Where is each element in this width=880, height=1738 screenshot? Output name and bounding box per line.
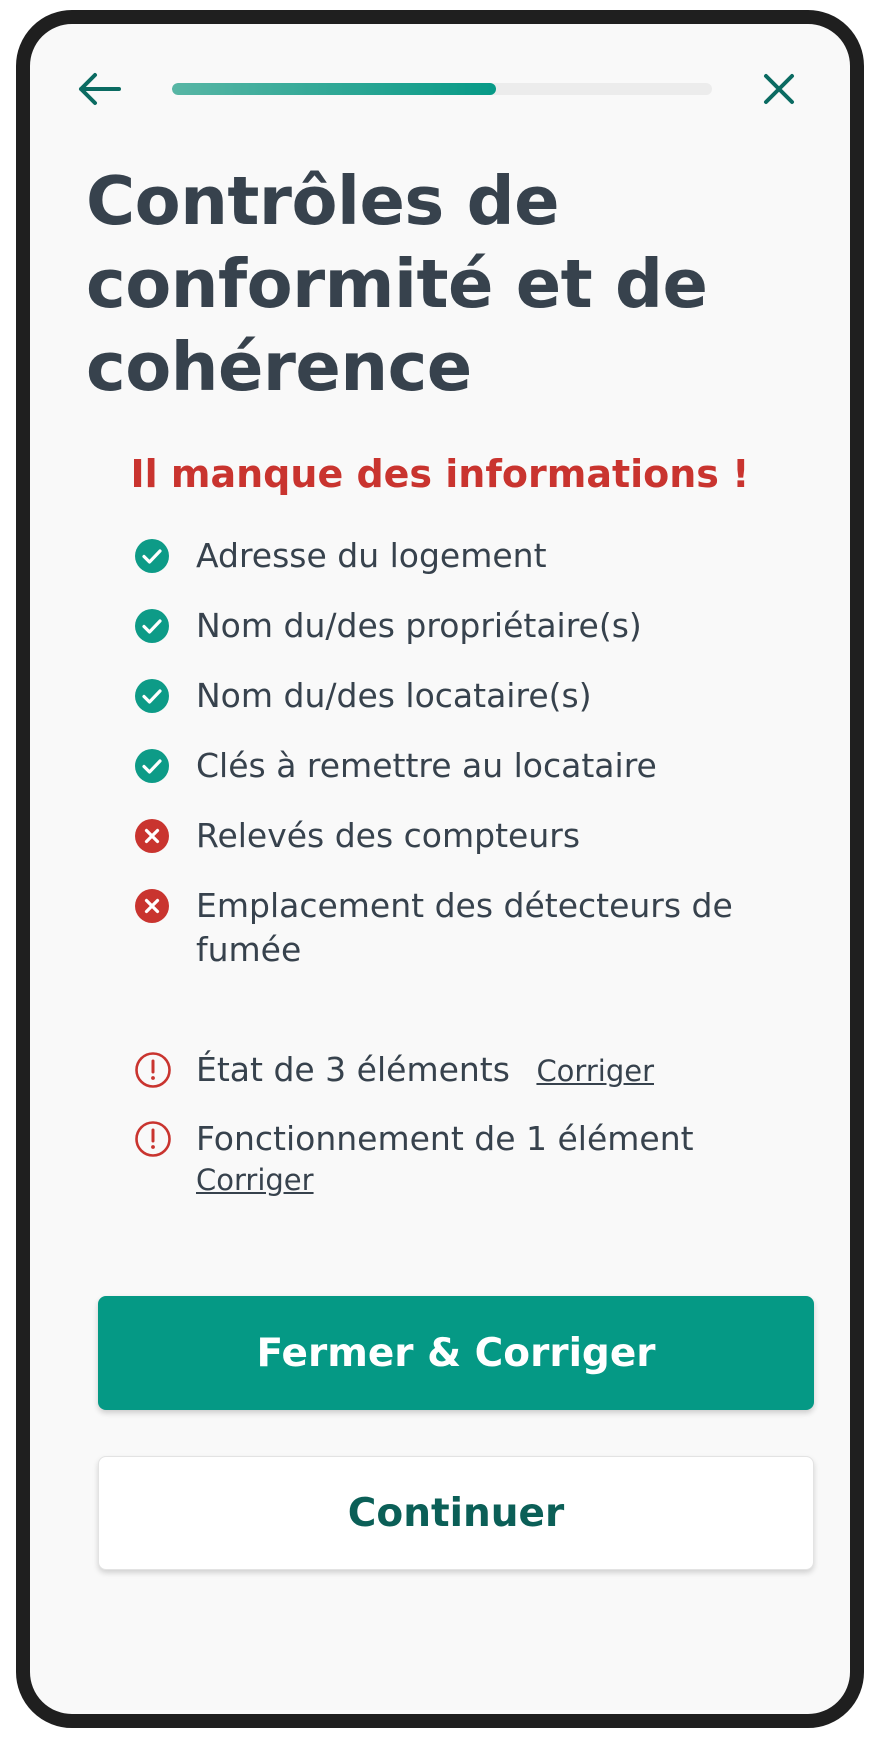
page-title: Contrôles de conformité et de cohérence <box>86 162 708 406</box>
exclamation-circle-icon <box>135 1121 171 1157</box>
close-button[interactable] <box>748 58 810 120</box>
fix-link[interactable]: Corriger <box>196 1161 694 1199</box>
checklist-item: Nom du/des propriétaire(s) <box>134 604 814 648</box>
issue-text: État de 3 éléments Corriger <box>196 1048 654 1093</box>
issue-item: Fonctionnement de 1 élément Corriger <box>134 1117 814 1199</box>
issue-text: Fonctionnement de 1 élément Corriger <box>196 1117 694 1199</box>
progress-bar <box>172 83 712 95</box>
screen: Contrôles de conformité et de cohérence … <box>30 24 850 1714</box>
check-circle-icon <box>135 609 169 643</box>
progress-bar-fill <box>172 83 496 95</box>
checklist-item: Relevés des compteurs <box>134 814 814 858</box>
close-and-fix-button[interactable]: Fermer & Corriger <box>98 1296 814 1410</box>
exclamation-circle-icon <box>135 1052 171 1088</box>
issue-label: État de 3 éléments <box>196 1050 510 1089</box>
issues-list: État de 3 éléments Corriger Fonctionneme… <box>134 1048 814 1223</box>
continue-button[interactable]: Continuer <box>98 1456 814 1570</box>
checklist-item-label: Nom du/des propriétaire(s) <box>196 606 642 645</box>
fix-link[interactable]: Corriger <box>536 1054 654 1088</box>
checklist-item: Nom du/des locataire(s) <box>134 674 814 718</box>
checklist-item: Clés à remettre au locataire <box>134 744 814 788</box>
checklist-item-label: Relevés des compteurs <box>196 816 581 855</box>
check-circle-icon <box>135 679 169 713</box>
compliance-checklist: Adresse du logement Nom du/des propriéta… <box>134 534 814 998</box>
checklist-item: Adresse du logement <box>134 534 814 578</box>
x-circle-icon <box>135 819 169 853</box>
back-button[interactable] <box>68 58 130 120</box>
issue-item: État de 3 éléments Corriger <box>134 1048 814 1093</box>
phone-frame: Contrôles de conformité et de cohérence … <box>16 10 864 1728</box>
checklist-item-label: Adresse du logement <box>196 536 547 575</box>
checklist-item: Emplacement des détecteurs de fumée <box>134 884 814 972</box>
checklist-item-label: Nom du/des locataire(s) <box>196 676 592 715</box>
close-icon <box>764 74 794 104</box>
check-circle-icon <box>135 749 169 783</box>
checklist-item-label: Emplacement des détecteurs de fumée <box>196 886 733 969</box>
arrow-left-icon <box>79 73 121 105</box>
x-circle-icon <box>135 889 169 923</box>
issue-label: Fonctionnement de 1 élément <box>196 1119 694 1158</box>
missing-info-warning: Il manque des informations ! <box>130 452 750 496</box>
check-circle-icon <box>135 539 169 573</box>
checklist-item-label: Clés à remettre au locataire <box>196 746 657 785</box>
